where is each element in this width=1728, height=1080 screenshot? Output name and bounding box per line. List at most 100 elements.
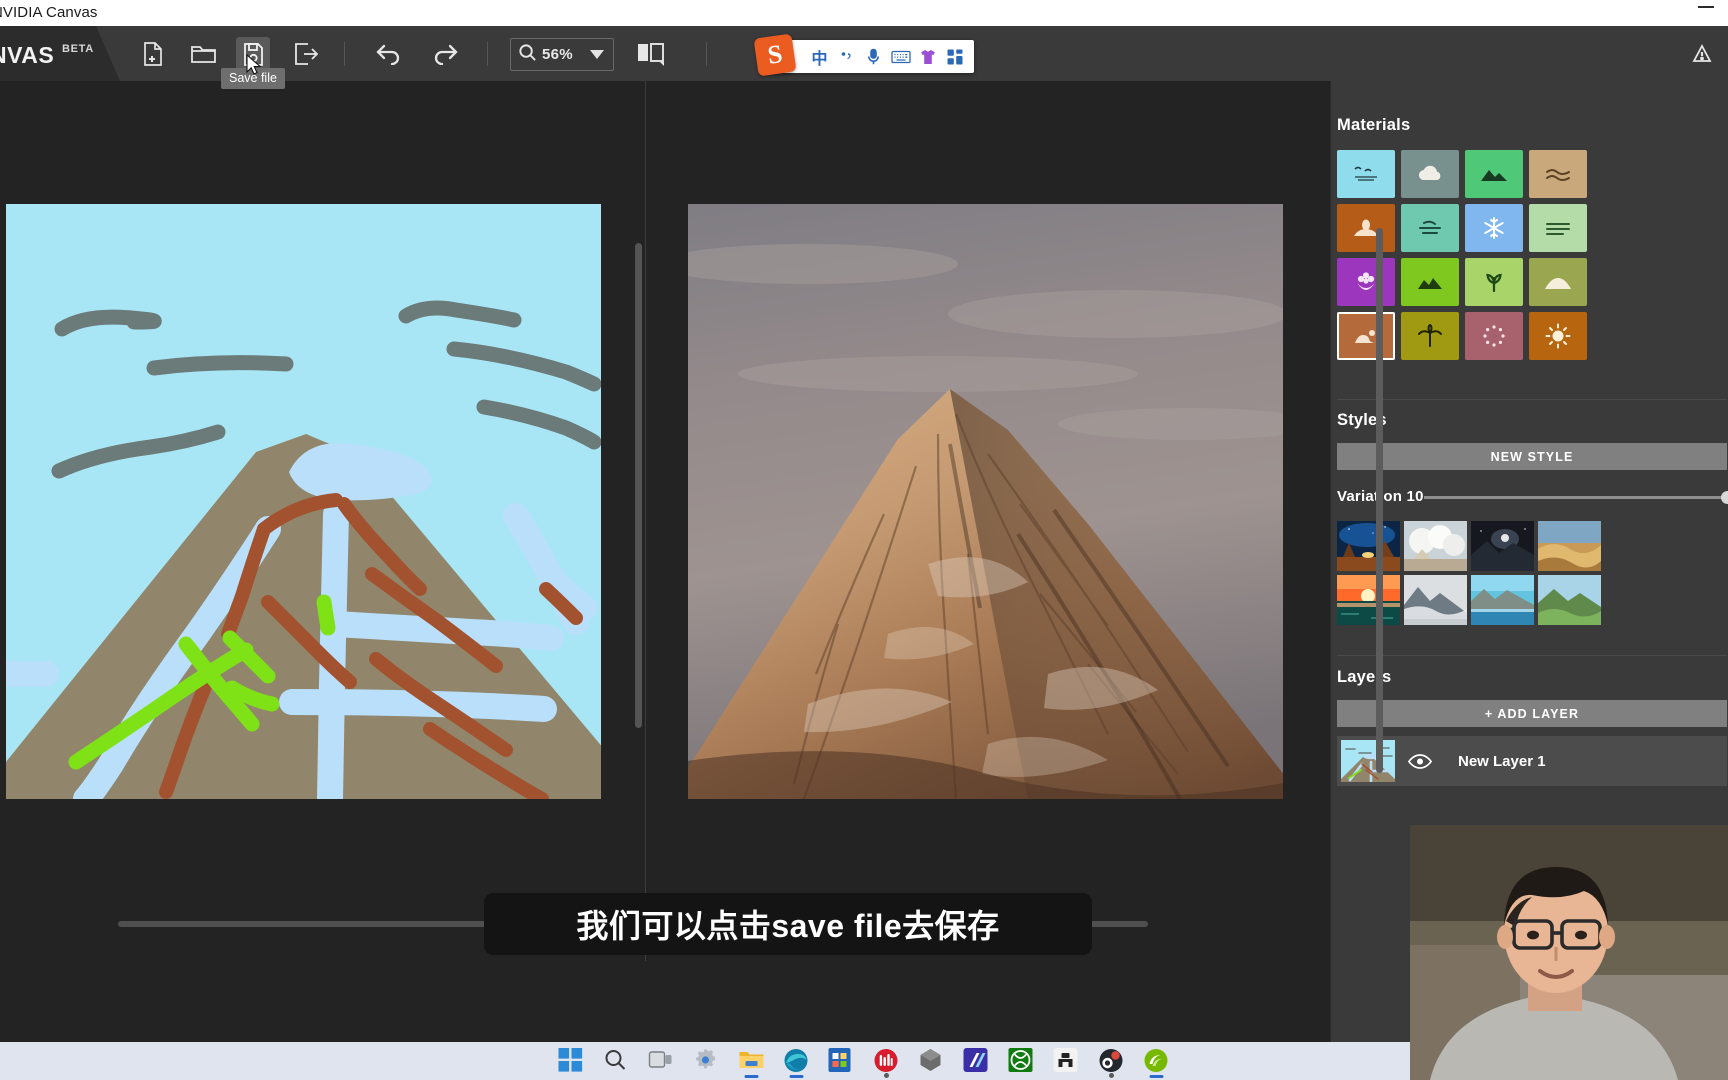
material-tile-dirt[interactable] (1337, 204, 1395, 252)
new-style-button[interactable]: NEW STYLE (1337, 443, 1727, 470)
sun-icon (1545, 323, 1571, 349)
punctuation-icon[interactable] (834, 44, 859, 70)
sogou-ime-bar[interactable]: S 中 (753, 33, 974, 77)
obs-button[interactable] (1099, 1048, 1125, 1078)
task-view-button[interactable] (648, 1048, 675, 1074)
microphone-icon[interactable] (861, 44, 886, 70)
layers-section-title: Layers (1337, 668, 1392, 686)
variation-slider-knob[interactable] (1721, 491, 1728, 504)
material-tile-flower[interactable] (1337, 258, 1395, 306)
material-tile-bush[interactable] (1401, 258, 1459, 306)
variation-thumb-8[interactable] (1538, 575, 1601, 625)
eye-icon[interactable] (1408, 753, 1432, 770)
material-tile-river[interactable] (1465, 312, 1523, 360)
zoom-control[interactable]: 56% (510, 38, 614, 71)
xbox-button[interactable] (1008, 1048, 1035, 1074)
redo-button[interactable] (429, 37, 463, 71)
variation-thumb-4[interactable] (1538, 521, 1601, 571)
affinity-button[interactable] (963, 1048, 990, 1074)
window-title: NVIDIA Canvas (0, 4, 98, 21)
export-file-button[interactable] (288, 37, 322, 71)
layer-name: New Layer 1 (1458, 752, 1546, 770)
variation-thumb-7[interactable] (1471, 575, 1534, 625)
fog-icon (1415, 218, 1445, 238)
start-button[interactable] (558, 1048, 585, 1074)
material-tile-rock[interactable] (1337, 312, 1395, 360)
variation-thumb-5[interactable] (1337, 575, 1400, 625)
material-tile-sky[interactable] (1337, 150, 1395, 198)
new-file-button[interactable] (136, 37, 170, 71)
panel-vertical-scrollbar[interactable] (1376, 228, 1383, 773)
nvidia-canvas-button[interactable] (1144, 1048, 1170, 1078)
search-icon (518, 43, 537, 67)
capture-button[interactable] (1053, 1048, 1080, 1074)
layer-row[interactable]: New Layer 1 (1337, 736, 1727, 786)
undo-icon (374, 43, 402, 65)
material-tile-hill[interactable] (1529, 258, 1587, 306)
materials-section-title: Materials (1337, 116, 1411, 134)
subtitle-text: 我们可以点击save file去保存 (576, 908, 1000, 944)
variation-thumb-1[interactable] (1337, 521, 1400, 571)
material-tile-mountain[interactable] (1465, 150, 1523, 198)
canvas-vertical-scrollbar[interactable] (635, 243, 642, 728)
brand-name: NVAS (0, 42, 55, 68)
chevron-down-icon[interactable] (590, 50, 604, 59)
variation-thumb-6[interactable] (1404, 575, 1467, 625)
material-tile-tree[interactable] (1401, 312, 1459, 360)
taskbar-icons (558, 1045, 1170, 1078)
notifications-button[interactable] (1685, 37, 1719, 71)
cloud-icon (1415, 164, 1445, 184)
material-tile-grass-pale[interactable] (1529, 204, 1587, 252)
grass-icon (1481, 271, 1507, 293)
running-indicator (884, 1073, 889, 1078)
toolbar-divider-2 (487, 42, 488, 66)
variations-layers-divider (1337, 655, 1727, 656)
material-tile-sand[interactable] (1529, 150, 1587, 198)
apps-grid-icon[interactable] (942, 44, 967, 70)
microsoft-store-button[interactable] (828, 1048, 855, 1074)
export-icon (293, 42, 318, 66)
layer-thumbnail (1341, 740, 1395, 782)
file-explorer-button[interactable] (739, 1048, 765, 1078)
materials-styles-divider (1337, 399, 1727, 400)
add-layer-button[interactable]: + ADD LAYER (1337, 700, 1727, 727)
brand-beta-badge: BETA (62, 43, 94, 55)
running-indicator (789, 1075, 804, 1078)
keyboard-icon[interactable] (888, 44, 913, 70)
open-folder-icon (190, 42, 217, 66)
variation-thumb-2[interactable] (1404, 521, 1467, 571)
material-tile-cloud[interactable] (1401, 150, 1459, 198)
tshirt-skin-icon[interactable] (915, 44, 940, 70)
birds-sky-icon (1351, 164, 1381, 184)
variation-thumb-3[interactable] (1471, 521, 1534, 571)
search-button[interactable] (604, 1048, 630, 1074)
material-tile-sun[interactable] (1529, 312, 1587, 360)
redo-icon (432, 43, 460, 65)
compare-view-button[interactable] (632, 37, 670, 71)
panel-divider (645, 81, 646, 961)
window-title-bar: NVIDIA Canvas (0, 0, 1728, 26)
sand-icon (1543, 164, 1573, 184)
substance-button[interactable] (919, 1048, 945, 1074)
minimize-icon[interactable] (1698, 6, 1714, 8)
wondershare-button[interactable] (874, 1048, 900, 1078)
toolbar-divider-3 (706, 42, 707, 66)
rendered-output-image[interactable] (688, 204, 1283, 799)
edge-button[interactable] (784, 1048, 810, 1078)
alert-icon (1691, 43, 1713, 65)
material-tile-fog[interactable] (1401, 204, 1459, 252)
settings-button[interactable] (694, 1048, 720, 1074)
sogou-logo[interactable]: S (753, 33, 797, 77)
mouse-cursor-icon (246, 53, 262, 81)
material-tile-grass[interactable] (1465, 258, 1523, 306)
sketch-canvas[interactable] (6, 204, 601, 799)
running-indicator (1109, 1073, 1114, 1078)
variation-slider[interactable] (1424, 491, 1728, 504)
running-indicator (744, 1075, 759, 1078)
hill-icon (1544, 272, 1572, 292)
material-tile-snow[interactable] (1465, 204, 1523, 252)
ime-mode-toggle[interactable]: 中 (807, 44, 832, 70)
dots-ring-icon (1481, 323, 1507, 349)
open-file-button[interactable] (186, 37, 220, 71)
undo-button[interactable] (371, 37, 405, 71)
